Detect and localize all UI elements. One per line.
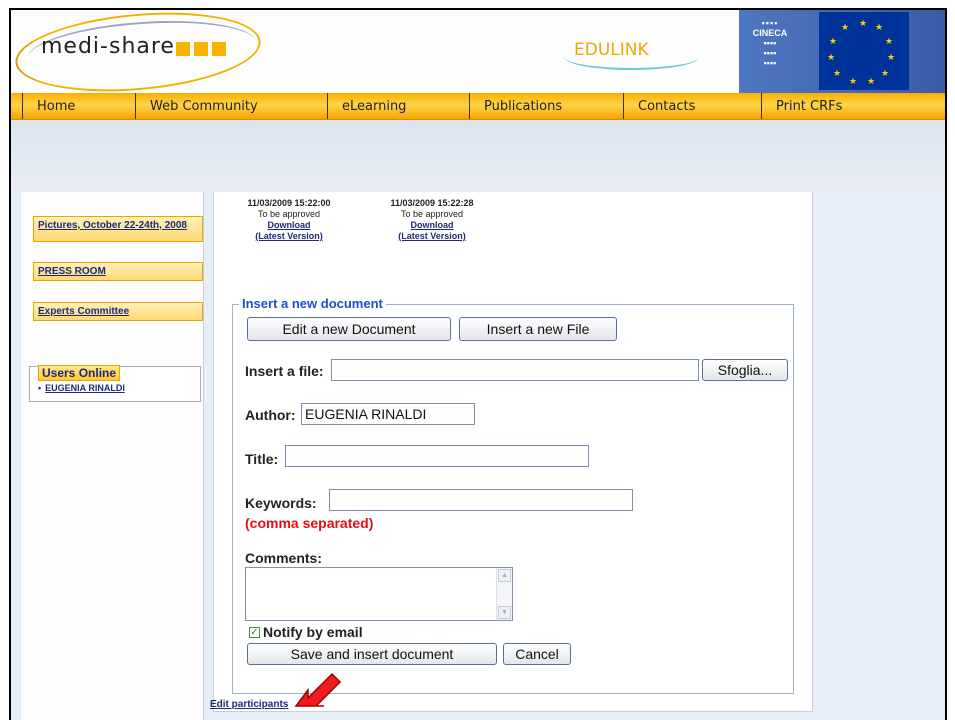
users-online-title: Users Online — [38, 365, 121, 381]
keywords-label: Keywords: — [245, 495, 317, 511]
scroll-down-icon[interactable]: ▼ — [498, 606, 511, 619]
notify-label: Notify by email — [263, 624, 363, 640]
partner-logos: ▪▪▪▪ CINECA ▪▪▪▪ ▪▪▪▪ ▪▪▪▪ ★ ★ ★ ★ ★ ★ ★ ★ ★ ★ … — [739, 10, 945, 93]
author-label: Author: — [245, 407, 296, 423]
insert-document-fieldset: Insert a new document Edit a new Documen… — [232, 296, 794, 694]
banner-map — [11, 120, 945, 192]
scroll-up-icon[interactable]: ▲ — [498, 569, 511, 582]
main-menu: Home Web Community eLearning Publication… — [11, 93, 945, 120]
cineca-logo[interactable]: ▪▪▪▪ CINECA ▪▪▪▪ ▪▪▪▪ ▪▪▪▪ — [751, 18, 789, 84]
file-input[interactable] — [331, 359, 699, 381]
latest-version-link[interactable]: (Latest Version) — [214, 231, 364, 242]
document-item: 11/03/2009 15:22:28 To be approved Downl… — [357, 192, 507, 242]
cineca-logo-text: CINECA — [752, 28, 788, 38]
sidebar-item-pictures[interactable]: Pictures, October 22-24th, 2008 — [33, 216, 203, 242]
latest-version-link[interactable]: (Latest Version) — [357, 231, 507, 242]
eu-flag-icon: ★ ★ ★ ★ ★ ★ ★ ★ ★ ★ ★ — [819, 12, 909, 90]
document-date: 11/03/2009 15:22:00 — [247, 198, 331, 208]
title-label: Title: — [245, 451, 279, 467]
document-item: 11/03/2009 15:22:00 To be approved Downl… — [214, 192, 364, 242]
edit-participants-link[interactable]: Edit participants — [210, 699, 288, 710]
main-content: 11/03/2009 15:22:00 To be approved Downl… — [213, 192, 813, 712]
users-online-box: Users Online EUGENIA RINALDI — [29, 365, 201, 402]
textarea-scrollbar[interactable]: ▲ ▼ — [496, 568, 512, 620]
sidebar: Pictures, October 22-24th, 2008 PRESS RO… — [21, 192, 204, 720]
browser-frame: medi-share EDULINK ▪▪▪▪ CINECA ▪▪▪▪ ▪▪▪▪ ▪… — [9, 8, 947, 720]
logo-square-icon — [176, 42, 190, 56]
insert-new-file-button[interactable]: Insert a new File — [459, 317, 617, 341]
save-insert-button[interactable]: Save and insert document — [247, 643, 497, 665]
menu-publications[interactable]: Publications — [469, 93, 562, 119]
menu-elearning[interactable]: eLearning — [327, 93, 406, 119]
site-header: medi-share EDULINK ▪▪▪▪ CINECA ▪▪▪▪ ▪▪▪▪ ▪… — [11, 10, 945, 101]
comments-label: Comments: — [245, 550, 323, 566]
logo-square-icon — [194, 42, 208, 56]
edit-new-document-button[interactable]: Edit a new Document — [247, 317, 451, 341]
logo-square-icon — [212, 42, 226, 56]
document-status: To be approved — [257, 209, 321, 219]
insert-document-legend: Insert a new document — [239, 296, 386, 311]
author-field[interactable]: EUGENIA RINALDI — [301, 403, 475, 425]
red-arrow-icon — [294, 672, 342, 707]
user-link[interactable]: EUGENIA RINALDI — [38, 383, 125, 393]
edulink-ring — [564, 44, 699, 70]
keywords-note: (comma separated) — [245, 515, 374, 531]
download-link[interactable]: Download — [357, 220, 507, 231]
download-link[interactable]: Download — [214, 220, 364, 231]
document-date: 11/03/2009 15:22:28 — [390, 198, 474, 208]
site-logo[interactable]: medi-share — [41, 34, 175, 59]
document-status: To be approved — [400, 209, 464, 219]
file-label: Insert a file: — [245, 363, 324, 379]
menu-contacts[interactable]: Contacts — [623, 93, 695, 119]
menu-web-community[interactable]: Web Community — [135, 93, 258, 119]
notify-checkbox[interactable]: ✓ — [249, 627, 260, 638]
menu-print-crfs[interactable]: Print CRFs — [761, 93, 842, 119]
sidebar-item-press-room[interactable]: PRESS ROOM — [33, 262, 203, 281]
keywords-field[interactable] — [329, 489, 633, 511]
title-field[interactable] — [285, 445, 589, 467]
comments-textarea[interactable]: ▲ ▼ — [245, 567, 513, 621]
menu-home[interactable]: Home — [22, 93, 75, 119]
edulink-logo[interactable]: EDULINK — [564, 40, 699, 70]
sidebar-item-experts-committee[interactable]: Experts Committee — [33, 302, 203, 321]
browse-button[interactable]: Sfoglia... — [702, 359, 788, 381]
cancel-button[interactable]: Cancel — [503, 643, 571, 665]
